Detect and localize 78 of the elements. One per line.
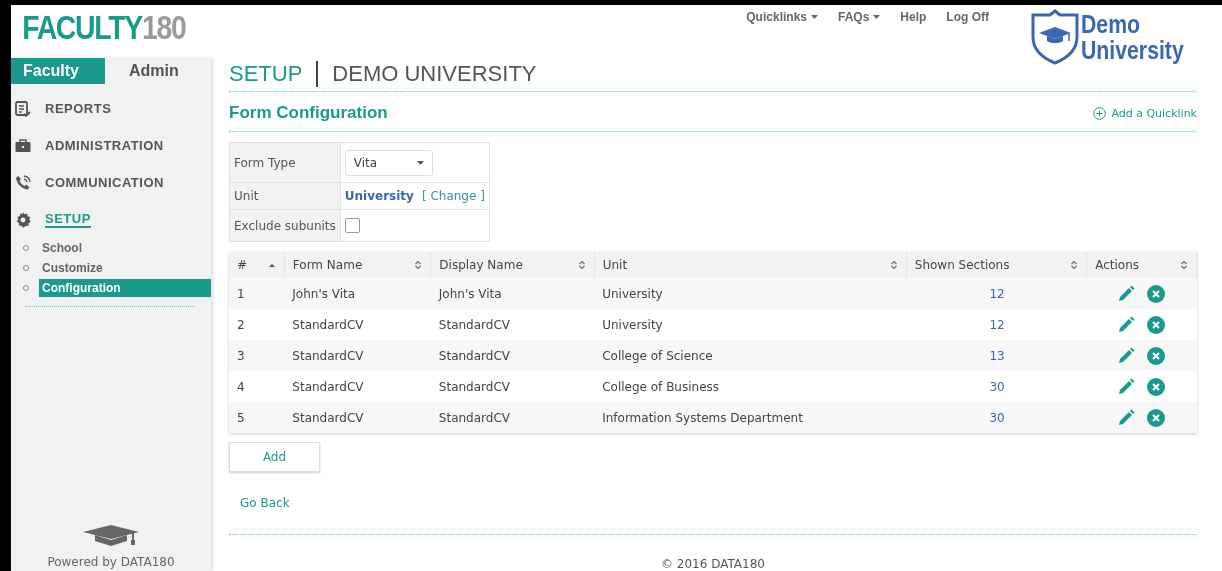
column-header[interactable]: Unit (602, 258, 628, 272)
display-name: John's Vita (438, 286, 502, 301)
sidebar-item[interactable]: SETUP (45, 211, 91, 228)
section-count[interactable]: 30 (989, 379, 1005, 394)
graduation-cap-icon (83, 525, 139, 547)
delete-icon[interactable] (1146, 284, 1165, 303)
add-button[interactable]: Add (229, 442, 320, 472)
briefcase-icon (15, 137, 31, 154)
pencil-icon[interactable] (1116, 408, 1135, 427)
sort-icon[interactable] (414, 260, 423, 270)
school-title: DEMO UNIVERSITY (331, 61, 537, 88)
sort-icon[interactable] (1070, 260, 1079, 270)
page-title: Form Configuration (229, 103, 388, 124)
delete-icon[interactable] (1146, 346, 1165, 365)
exclude-subunits-label: Exclude subunits (229, 209, 341, 242)
unit-name: College of Business (602, 379, 720, 394)
unit-label: Unit (229, 182, 341, 210)
row-number: 1 (237, 286, 245, 301)
submenu-item[interactable]: Customize (39, 259, 211, 277)
section-title: SETUP (229, 61, 319, 88)
section-count[interactable]: 30 (989, 410, 1005, 425)
sort-icon[interactable] (577, 260, 586, 270)
sidebar-item[interactable]: ADMINISTRATION (45, 138, 164, 153)
submenu-item[interactable]: Configuration (39, 279, 211, 297)
unit-name: College of Science (602, 348, 713, 363)
row-number: 5 (237, 410, 245, 425)
delete-icon[interactable] (1146, 315, 1165, 334)
role-tab[interactable]: Admin (105, 58, 211, 84)
shield-logo-icon (1031, 9, 1079, 65)
nav-link[interactable]: FAQs (838, 10, 881, 24)
nav-link[interactable]: Log Off (946, 10, 989, 24)
form-type-label: Form Type (229, 142, 341, 183)
powered-by-text: Powered by DATA180 (46, 555, 176, 571)
unit-name: University (602, 317, 663, 332)
unit-link[interactable]: University (344, 189, 414, 203)
pencil-icon[interactable] (1116, 284, 1135, 303)
sidebar-item[interactable]: COMMUNICATION (45, 175, 164, 190)
form-type-dropdown[interactable]: Vita (344, 149, 433, 176)
caret-icon (416, 160, 424, 165)
sort-icon[interactable] (1180, 260, 1188, 270)
display-name: StandardCV (438, 379, 510, 394)
sort-icon[interactable] (889, 260, 898, 270)
form-name: StandardCV (292, 379, 364, 394)
submenu-item[interactable]: School (39, 239, 211, 257)
column-header[interactable]: # (237, 258, 248, 272)
display-name: StandardCV (438, 410, 510, 425)
nav-link[interactable]: Quicklinks (746, 10, 818, 24)
go-back-link[interactable]: Go Back (240, 496, 290, 510)
report-icon (15, 100, 31, 117)
change-link[interactable]: [ Change ] (421, 189, 485, 203)
unit-name: Information Systems Department (602, 410, 803, 425)
display-name: StandardCV (438, 348, 510, 363)
role-tab[interactable]: Faculty (11, 58, 105, 84)
unit-name: University (602, 286, 663, 301)
delete-icon[interactable] (1146, 377, 1165, 396)
form-name: StandardCV (292, 317, 364, 332)
display-name: StandardCV (438, 317, 510, 332)
plus-circle-icon (1093, 106, 1107, 120)
row-number: 2 (237, 317, 245, 332)
row-number: 4 (237, 379, 245, 394)
sidebar-item[interactable]: REPORTS (45, 101, 112, 116)
delete-icon[interactable] (1146, 408, 1165, 427)
pencil-icon[interactable] (1116, 346, 1135, 365)
pencil-icon[interactable] (1116, 377, 1135, 396)
pencil-icon[interactable] (1116, 315, 1135, 334)
exclude-subunits-checkbox[interactable] (344, 218, 360, 233)
form-name: John's Vita (292, 286, 356, 301)
add-quicklink-link[interactable]: Add a Quicklink (1093, 106, 1197, 120)
copyright-text: © 2016 DATA180 (660, 557, 766, 571)
form-name: StandardCV (292, 410, 364, 425)
row-number: 3 (237, 348, 245, 363)
phone-icon (15, 174, 31, 191)
section-count[interactable]: 12 (989, 286, 1005, 301)
section-count[interactable]: 12 (989, 317, 1005, 332)
form-name: StandardCV (292, 348, 364, 363)
gear-icon (15, 211, 31, 228)
nav-link[interactable]: Help (900, 10, 927, 24)
section-count[interactable]: 13 (989, 348, 1005, 363)
